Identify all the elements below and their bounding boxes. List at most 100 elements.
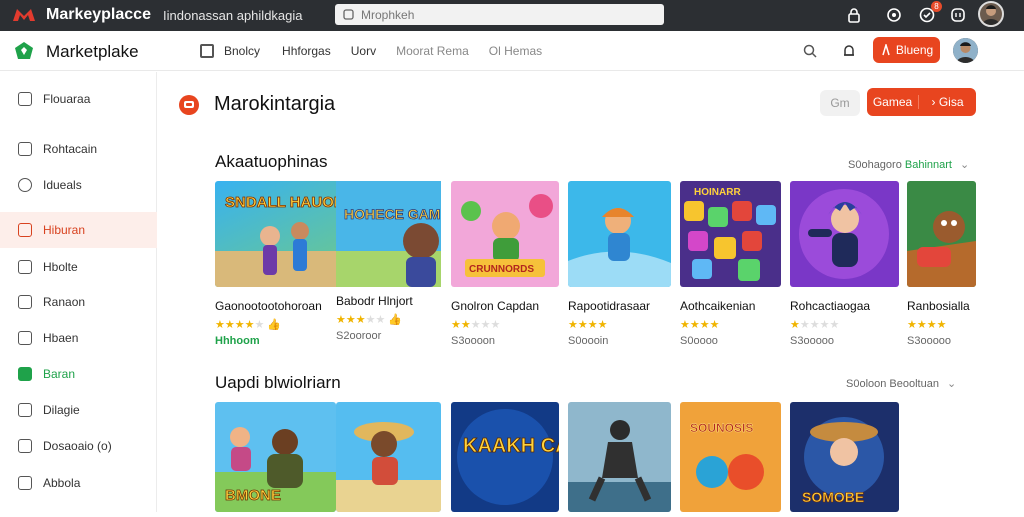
catalog-icon	[200, 44, 214, 58]
home-icon	[18, 92, 32, 106]
games-secondary-label: Gisa	[938, 95, 964, 109]
game-thumbnail[interactable]: BMONE	[215, 402, 336, 512]
sidebar-item-label: Abbola	[43, 476, 81, 490]
sidebar-item-label: Hiburan	[43, 223, 86, 237]
game-title: Gnolron Capdan	[451, 299, 540, 313]
folder-icon	[18, 142, 32, 156]
game-thumbnail[interactable]	[790, 181, 899, 287]
game-card[interactable]: CRUNNORDS Gnolron Capdan ★★★★★ S3oooon	[451, 181, 559, 347]
game-price: S3ooooo	[790, 335, 835, 347]
sidebar-item-recent[interactable]: Rohtacain	[0, 131, 157, 167]
sidebar-item-label: Rohtacain	[43, 142, 98, 156]
search-input[interactable]: Mrophkeh	[335, 4, 664, 25]
search-icon[interactable]	[802, 43, 818, 59]
thumb-text: KAAKH CAGSD	[463, 435, 559, 457]
game-thumbnail[interactable]	[336, 402, 441, 512]
game-card[interactable]: Rapootidrasaar ★★★★ S0oooin	[568, 181, 671, 347]
game-thumbnail[interactable]: HOINARR	[680, 181, 781, 287]
game-card[interactable]: KAAKH CAGSD	[451, 402, 613, 517]
new-icon	[18, 367, 32, 381]
sidebar-item-downloads[interactable]: Dosaoaio (o)	[0, 428, 157, 464]
nav-item-label: Uorv	[350, 44, 377, 58]
sidebar-item-hiburan[interactable]: Hiburan	[0, 212, 157, 248]
sidebar-item-label: Dilagie	[43, 403, 80, 417]
game-thumbnail[interactable]	[907, 181, 976, 287]
nav-item-label: Hhforgas	[282, 44, 331, 58]
nav-item-info[interactable]: Hhforgas	[282, 44, 331, 58]
sidebar-item-home[interactable]: Flouaraa	[0, 81, 157, 117]
top-bar-subtitle: Iindonassan aphildkagia	[163, 8, 303, 23]
messages-icon[interactable]	[950, 7, 966, 23]
app-name[interactable]: Marketplake	[46, 42, 139, 62]
thumb-text: CRUNNORDS	[469, 264, 534, 275]
sidebar-item-new[interactable]: Baran	[0, 356, 157, 392]
sidebar-item-dialogs[interactable]: Dilagie	[0, 392, 157, 428]
chat-bubble-icon	[179, 95, 199, 115]
sidebar-item-ideas[interactable]: Idueals	[0, 167, 157, 203]
app-logo-icon[interactable]	[14, 41, 34, 61]
game-price: S0oooin	[568, 335, 609, 347]
thumb-text: BMONE	[225, 487, 281, 504]
thumb-text: SOMOBE	[802, 489, 864, 505]
notification-badge: 8	[931, 1, 942, 12]
header-cta-button[interactable]: Blueng	[873, 37, 940, 63]
game-card[interactable]: SOUNOSIS	[680, 402, 781, 517]
game-thumbnail[interactable]	[568, 181, 671, 287]
game-card[interactable]: Rohcactiaogaa ★★★★★ S3ooooo	[790, 181, 899, 347]
game-card[interactable]: HOINARR Aothcaikenian ★★★★ S0oooo	[680, 181, 781, 347]
sidebar-item-music[interactable]: Hbaen	[0, 320, 157, 356]
chat-icon	[18, 403, 32, 417]
section-see-all-link[interactable]: S0ohagoro Bahinnart ⌄	[848, 158, 969, 171]
sidebar-item-label: Hbaen	[43, 331, 79, 345]
thumb-text: HOHECE GAME	[344, 206, 441, 222]
nav-item-label: Bnolcy	[224, 44, 261, 58]
games-split-button[interactable]: Gamea › Gisa	[867, 88, 976, 116]
game-thumbnail[interactable]: HOHECE GAME	[336, 181, 441, 287]
section-see-all-link[interactable]: S0oloon Beooltuan ⌄	[846, 377, 956, 390]
gamepad-icon	[18, 295, 32, 309]
game-title: Babodr Hlnjort	[336, 294, 413, 308]
lock-icon[interactable]	[846, 7, 862, 23]
game-thumbnail[interactable]: CRUNNORDS	[451, 181, 559, 287]
sidebar-item-books[interactable]: Hbolte	[0, 249, 157, 285]
game-thumbnail[interactable]: SOMOBE	[790, 402, 899, 512]
nav-item-label: Moorat Rema	[396, 44, 469, 58]
game-card[interactable]: BMONE	[215, 402, 336, 517]
nav-item-more[interactable]: Moorat Rema	[396, 44, 469, 58]
sidebar-item-label: Flouaraa	[43, 92, 91, 106]
rating-stars: ★★★★★ 👍	[336, 314, 403, 326]
secondary-button[interactable]: Gm	[820, 90, 860, 116]
nav-item-view[interactable]: Uorv	[351, 44, 376, 58]
game-card[interactable]: Ranbosialla ★★★★ S3ooooo	[907, 181, 976, 347]
info-icon	[18, 476, 32, 490]
section-title-updates: Uapdi blwiolriarn	[215, 373, 341, 392]
rating-stars: ★★★★	[907, 319, 947, 331]
nav-item-catalog[interactable]: Bnolcy	[200, 44, 260, 58]
sidebar-item-about[interactable]: Abbola	[0, 465, 157, 501]
sidebar-item-games[interactable]: Ranaon	[0, 284, 157, 320]
game-card[interactable]: SOMOBE	[790, 402, 899, 517]
brand-logo-icon[interactable]	[12, 6, 36, 24]
app-header: Marketplake Bnolcy Hhforgas Uorv Moorat …	[0, 31, 1024, 71]
game-thumbnail[interactable]	[568, 402, 671, 512]
rating-stars: ★★★★	[680, 319, 720, 331]
game-thumbnail[interactable]: SOUNOSIS	[680, 402, 781, 512]
bolt-icon	[882, 44, 890, 56]
user-avatar[interactable]	[978, 1, 1004, 27]
settings-icon[interactable]	[886, 7, 902, 23]
games-button-secondary[interactable]: › Gisa	[919, 95, 976, 109]
thumb-text: SNDALL HAUONI	[225, 194, 349, 211]
thumb-text: HOINARR	[694, 187, 741, 198]
brand-name[interactable]: Markeyplacce	[46, 6, 151, 24]
games-button-label[interactable]: Gamea	[867, 95, 919, 109]
header-avatar[interactable]	[953, 38, 978, 63]
game-card[interactable]	[568, 402, 671, 517]
game-title: Aothcaikenian	[680, 299, 756, 313]
bell-icon[interactable]	[841, 43, 857, 59]
game-card[interactable]	[336, 402, 441, 517]
nav-item-items[interactable]: Ol Hemas	[489, 44, 542, 58]
game-thumbnail[interactable]: KAAKH CAGSD	[451, 402, 613, 512]
see-all-prefix: S0ohagoro	[848, 159, 902, 171]
nav-item-label: Ol Hemas	[488, 44, 543, 58]
chevron-down-icon: ⌄	[946, 378, 957, 390]
